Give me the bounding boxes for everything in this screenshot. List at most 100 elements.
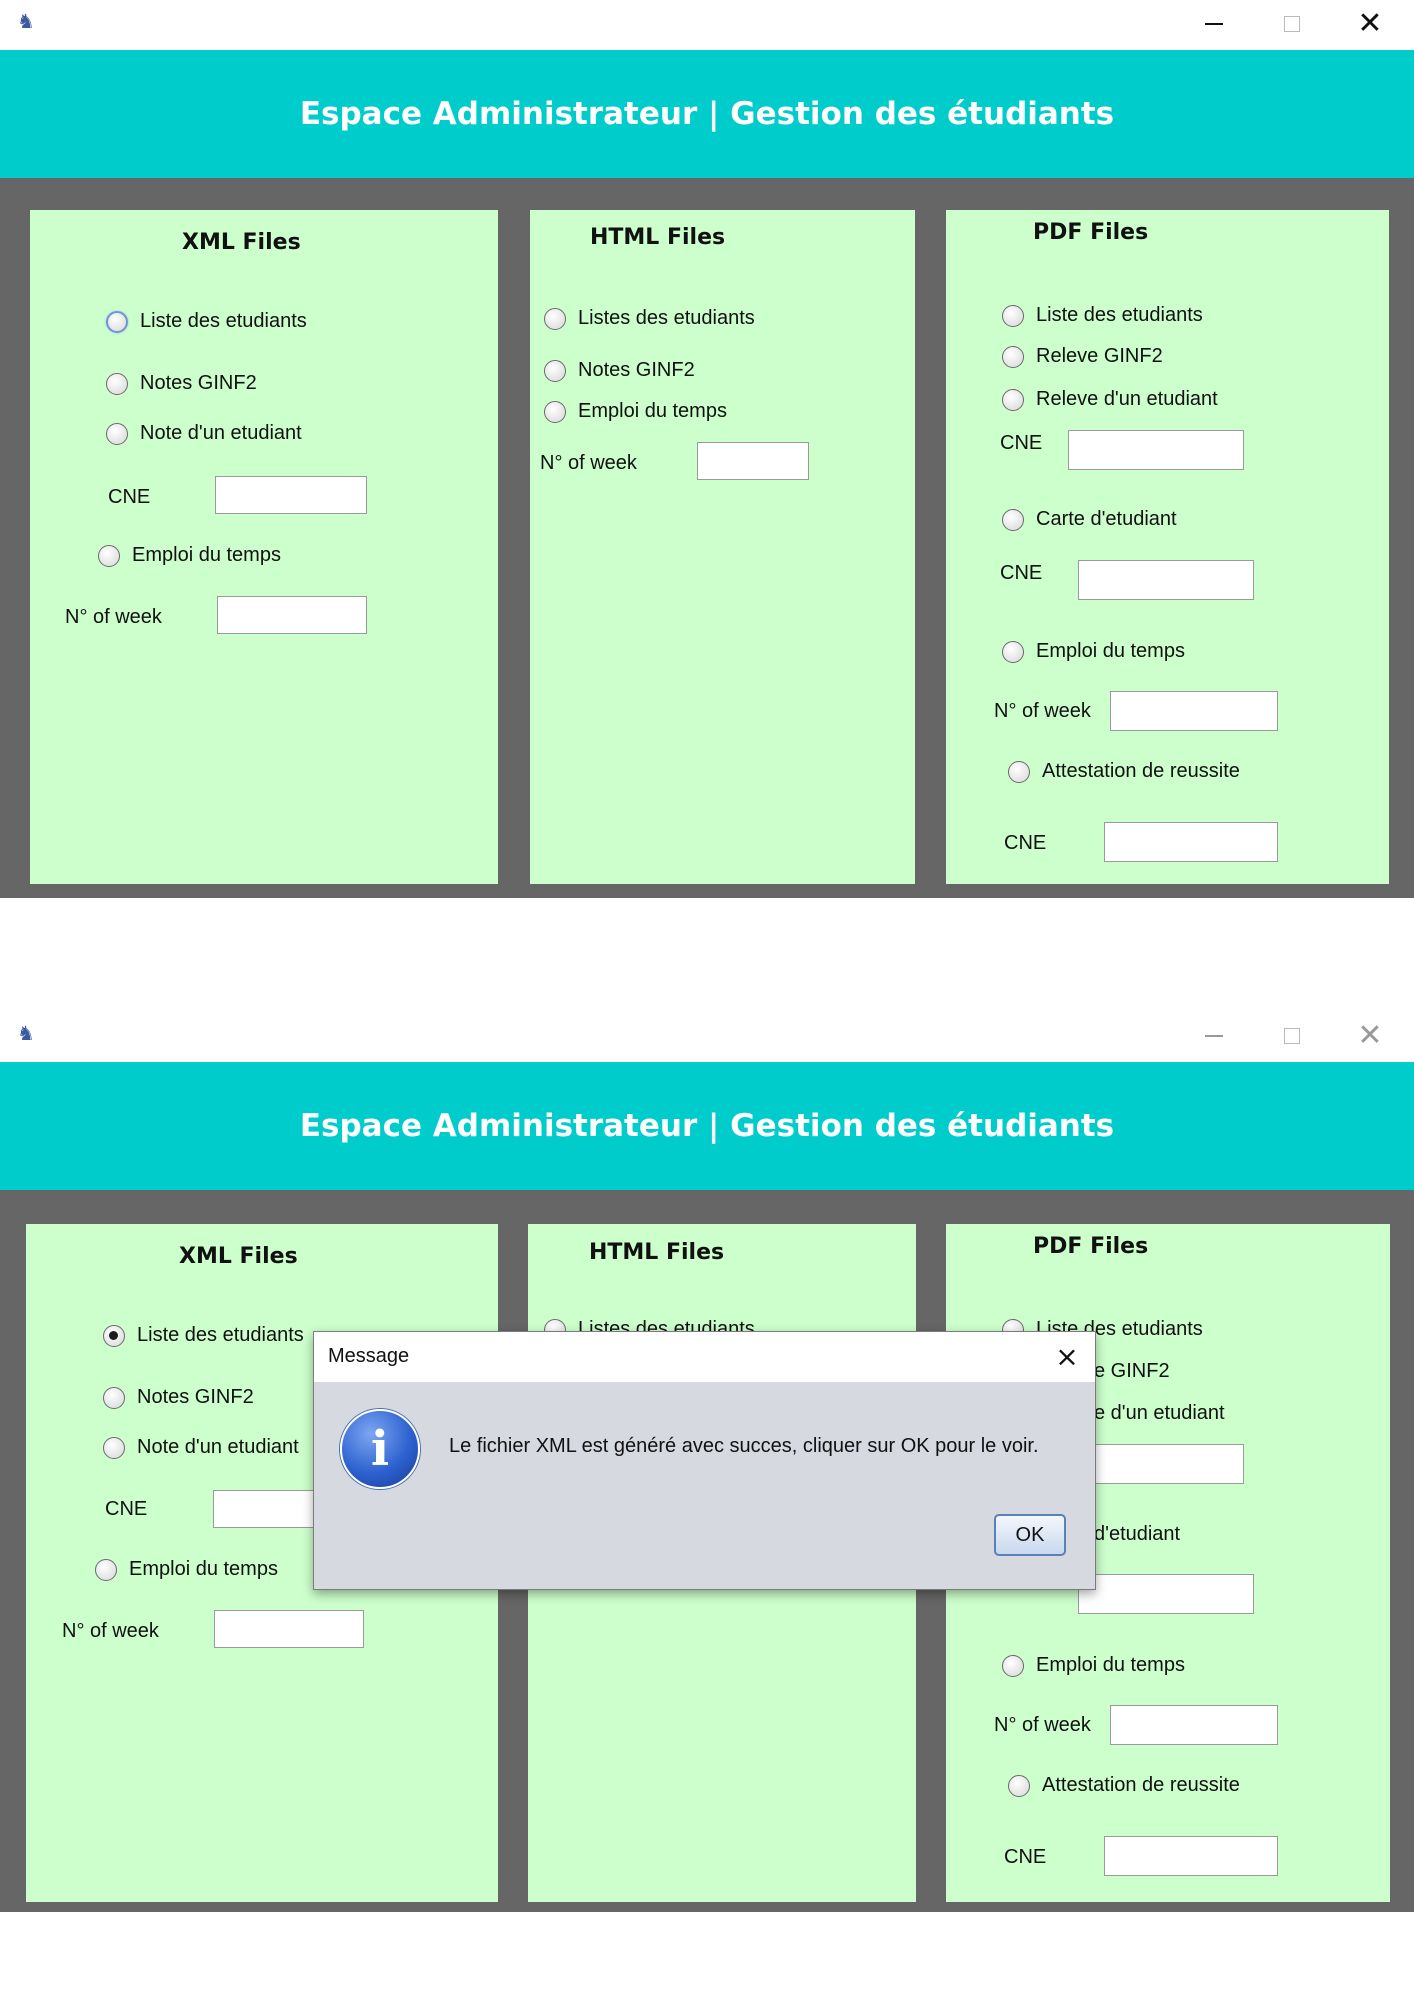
radio-emploi-du-temps[interactable]: Emploi du temps bbox=[98, 544, 281, 567]
maximize-button[interactable] bbox=[1262, 1016, 1322, 1056]
carte-etudiant-label-partial: d'etudiant bbox=[1094, 1523, 1181, 1545]
xml-files-panel: XML Files Liste des etudiants Notes GINF… bbox=[30, 210, 498, 884]
radio-button[interactable] bbox=[103, 1386, 125, 1409]
radio-button[interactable] bbox=[544, 359, 566, 382]
radio-label: Emploi du temps bbox=[1036, 1654, 1185, 1676]
radio-button[interactable] bbox=[544, 400, 566, 423]
radio-emploi-du-temps[interactable]: Emploi du temps bbox=[544, 400, 727, 423]
close-icon: ✕ bbox=[1357, 6, 1383, 41]
radio-label: Carte d'etudiant bbox=[1036, 508, 1177, 530]
radio-button[interactable] bbox=[1002, 345, 1024, 368]
dialog-close-button[interactable]: × bbox=[1049, 1338, 1085, 1374]
radio-button[interactable] bbox=[1008, 1774, 1030, 1797]
radio-button[interactable] bbox=[544, 307, 566, 330]
radio-button[interactable] bbox=[98, 544, 120, 567]
radio-liste-etudiants[interactable]: Liste des etudiants bbox=[103, 1324, 304, 1347]
radio-button[interactable] bbox=[1002, 508, 1024, 531]
dialog-message: Le fichier XML est généré avec succes, c… bbox=[449, 1435, 1039, 1457]
week-label: N° of week bbox=[540, 452, 637, 474]
radio-button[interactable] bbox=[103, 1324, 125, 1347]
radio-liste-etudiants[interactable]: Liste des etudiants bbox=[106, 310, 307, 333]
cne-input[interactable] bbox=[1094, 1444, 1244, 1484]
carte-cne-input[interactable] bbox=[1078, 560, 1254, 600]
page-title: Espace Administrateur | Gestion des étud… bbox=[0, 50, 1414, 178]
dialog-titlebar: Message × bbox=[314, 1332, 1095, 1382]
carte-cne-input[interactable] bbox=[1078, 1574, 1254, 1614]
radio-notes-ginf2[interactable]: Notes GINF2 bbox=[103, 1386, 254, 1409]
radio-label: Emploi du temps bbox=[132, 544, 281, 566]
radio-note-etudiant[interactable]: Note d'un etudiant bbox=[106, 422, 302, 445]
attestation-cne-input[interactable] bbox=[1104, 822, 1278, 862]
radio-attestation[interactable]: Attestation de reussite bbox=[1008, 1774, 1240, 1797]
releve-etudiant-label-partial: e d'un etudiant bbox=[1094, 1402, 1225, 1424]
radio-button[interactable] bbox=[1002, 304, 1024, 327]
cne-label: CNE bbox=[108, 486, 151, 508]
window-titlebar: ♞ ✕ bbox=[0, 1012, 1414, 1062]
week-input[interactable] bbox=[1110, 691, 1278, 731]
radio-button[interactable] bbox=[1008, 760, 1030, 783]
week-input[interactable] bbox=[1110, 1705, 1278, 1745]
close-button[interactable]: ✕ bbox=[1340, 1016, 1400, 1056]
week-input[interactable] bbox=[697, 442, 809, 480]
radio-button[interactable] bbox=[1002, 640, 1024, 663]
maximize-button[interactable] bbox=[1262, 4, 1322, 44]
pdf-files-panel: PDF Files Liste des etudiants Releve GIN… bbox=[946, 210, 1389, 884]
cne-label: CNE bbox=[1004, 1846, 1047, 1868]
radio-button[interactable] bbox=[103, 1436, 125, 1459]
radio-label: Notes GINF2 bbox=[578, 359, 695, 381]
radio-label: Attestation de reussite bbox=[1042, 760, 1240, 782]
radio-label: Listes des etudiants bbox=[578, 307, 755, 329]
radio-emploi-du-temps[interactable]: Emploi du temps bbox=[1002, 1654, 1185, 1677]
cne-input[interactable] bbox=[1068, 430, 1244, 470]
radio-label: Note d'un etudiant bbox=[140, 422, 302, 444]
radio-notes-ginf2[interactable]: Notes GINF2 bbox=[106, 372, 257, 395]
close-icon: ✕ bbox=[1357, 1018, 1383, 1053]
cne-label: CNE bbox=[105, 1498, 148, 1520]
radio-note-etudiant[interactable]: Note d'un etudiant bbox=[103, 1436, 299, 1459]
week-input[interactable] bbox=[217, 596, 367, 634]
radio-liste-etudiants[interactable]: Liste des etudiants bbox=[1002, 304, 1203, 327]
dialog-title: Message bbox=[328, 1345, 410, 1367]
week-label: N° of week bbox=[994, 700, 1091, 722]
panel-title: PDF Files bbox=[1033, 1234, 1149, 1259]
radio-listes-etudiants[interactable]: Listes des etudiants bbox=[544, 307, 755, 330]
screenshot-before: ♞ ✕ Espace Administrateur | Gestion des … bbox=[0, 0, 1414, 898]
radio-button[interactable] bbox=[106, 372, 128, 395]
week-label: N° of week bbox=[994, 1714, 1091, 1736]
radio-label: Note d'un etudiant bbox=[137, 1436, 299, 1458]
radio-button[interactable] bbox=[1002, 1654, 1024, 1677]
radio-label: Releve d'un etudiant bbox=[1036, 388, 1218, 410]
panel-title: XML Files bbox=[182, 230, 301, 255]
radio-label: Attestation de reussite bbox=[1042, 1774, 1240, 1796]
java-duke-icon: ♞ bbox=[17, 9, 35, 33]
ok-button[interactable]: OK bbox=[994, 1514, 1066, 1556]
radio-label: Notes GINF2 bbox=[140, 372, 257, 394]
radio-releve-etudiant[interactable]: Releve d'un etudiant bbox=[1002, 388, 1218, 411]
radio-emploi-du-temps[interactable]: Emploi du temps bbox=[1002, 640, 1185, 663]
radio-button[interactable] bbox=[106, 422, 128, 445]
radio-label: Liste des etudiants bbox=[137, 1324, 304, 1346]
radio-button[interactable] bbox=[106, 310, 128, 333]
panel-title: HTML Files bbox=[589, 1240, 725, 1265]
radio-releve-ginf2[interactable]: Releve GINF2 bbox=[1002, 345, 1163, 368]
cne-label: CNE bbox=[1000, 432, 1043, 454]
attestation-cne-input[interactable] bbox=[1104, 1836, 1278, 1876]
workarea: XML Files Liste des etudiants Notes GINF… bbox=[0, 178, 1414, 898]
close-button[interactable]: ✕ bbox=[1340, 4, 1400, 44]
minimize-button[interactable] bbox=[1184, 1016, 1244, 1056]
radio-attestation[interactable]: Attestation de reussite bbox=[1008, 760, 1240, 783]
minimize-button[interactable] bbox=[1184, 4, 1244, 44]
radio-label: Emploi du temps bbox=[1036, 640, 1185, 662]
week-label: N° of week bbox=[62, 1620, 159, 1642]
radio-emploi-du-temps[interactable]: Emploi du temps bbox=[95, 1558, 278, 1581]
cne-input[interactable] bbox=[215, 476, 367, 514]
page-title: Espace Administrateur | Gestion des étud… bbox=[0, 1062, 1414, 1190]
panel-title: HTML Files bbox=[590, 225, 726, 250]
radio-label: Emploi du temps bbox=[578, 400, 727, 422]
radio-button[interactable] bbox=[95, 1558, 117, 1581]
radio-carte-etudiant[interactable]: Carte d'etudiant bbox=[1002, 508, 1177, 531]
radio-button[interactable] bbox=[1002, 388, 1024, 411]
week-input[interactable] bbox=[214, 1610, 364, 1648]
info-icon: i bbox=[340, 1409, 420, 1489]
radio-notes-ginf2[interactable]: Notes GINF2 bbox=[544, 359, 695, 382]
